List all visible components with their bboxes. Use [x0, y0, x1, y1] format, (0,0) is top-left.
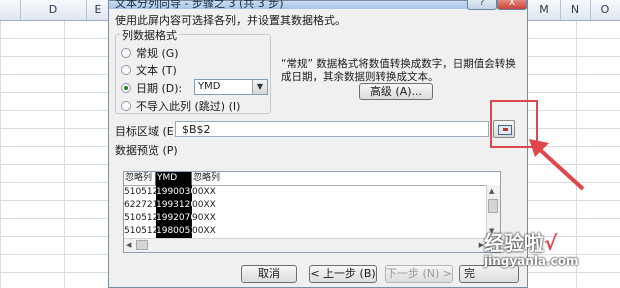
preview-cell: 90XX: [192, 213, 216, 223]
date-format-value: YMD: [198, 81, 221, 92]
preview-horizontal-scrollbar[interactable]: ◀ ▶: [124, 238, 500, 252]
cancel-button[interactable]: 取消: [241, 265, 297, 283]
radio-general[interactable]: 常规 (G): [121, 45, 179, 61]
watermark-check: √: [544, 231, 558, 255]
format-note: “常规” 数据格式将数值转换成数字，日期值会转换成日期，其余数据则转换成文本。: [281, 58, 516, 83]
preview-cell: 510512: [124, 187, 156, 197]
column-header-n[interactable]: N: [560, 0, 591, 20]
radio-skip-label: 不导入此列 (跳过) (I): [136, 100, 241, 113]
preview-header[interactable]: 忽略列: [192, 172, 500, 185]
radio-date[interactable]: 日期 (D):: [121, 80, 182, 96]
date-format-select[interactable]: YMD ▼: [194, 79, 268, 95]
preview-cell: 00XX: [192, 226, 216, 236]
preview-cell: 1993120: [156, 200, 192, 210]
annotation-arrow-icon: [529, 139, 585, 191]
dialog-description: 使用此屏内容可选择各列，并设置其数据格式。: [115, 14, 346, 27]
next-button[interactable]: 下一步 (N) >: [385, 265, 453, 283]
column-format-group-label: 列数据格式: [120, 27, 179, 43]
radio-general-icon[interactable]: [121, 48, 131, 58]
column-header-o[interactable]: O: [590, 0, 620, 20]
help-button[interactable]: ?: [467, 0, 497, 10]
preview-vertical-scrollbar[interactable]: ▲ ▼: [486, 185, 500, 237]
destination-value: $B$2: [182, 123, 211, 136]
preview-cell: 00XX: [192, 200, 216, 210]
radio-general-label: 常规 (G): [136, 47, 179, 60]
radio-skip[interactable]: 不导入此列 (跳过) (I): [121, 98, 240, 114]
preview-cell: 510512: [124, 213, 156, 223]
horizontal-scroll-thumb[interactable]: [136, 240, 148, 250]
watermark-url: jingyanla.com: [484, 254, 579, 268]
column-header-m[interactable]: M: [528, 0, 561, 20]
data-preview[interactable]: 忽略列 YMD 忽略列 510512 1990030 00XX 622721 1…: [123, 171, 501, 253]
destination-label: 目标区域 (E):: [115, 125, 182, 138]
back-button[interactable]: < 上一步 (B): [309, 265, 377, 283]
vertical-scroll-thumb[interactable]: [488, 199, 498, 213]
corner-cell[interactable]: [0, 0, 21, 20]
advanced-button[interactable]: 高级 (A)...: [359, 83, 433, 100]
preview-header[interactable]: 忽略列: [124, 172, 156, 185]
scroll-left-icon[interactable]: ◀: [126, 241, 131, 249]
preview-label: 数据预览 (P): [115, 144, 178, 157]
preview-cell: 00XX: [192, 187, 216, 197]
preview-cell: 1990030: [156, 187, 192, 197]
destination-input[interactable]: $B$2: [175, 121, 489, 137]
text-to-columns-dialog: 文本分列向导 - 步骤之 3 (共 3 步) ? X 使用此屏内容可选择各列，并…: [108, 0, 528, 288]
radio-text[interactable]: 文本 (T): [121, 62, 177, 78]
watermark: 经验啦√ jingyanla.com: [484, 232, 578, 268]
radio-text-label: 文本 (T): [136, 64, 177, 77]
close-button[interactable]: X: [497, 0, 527, 10]
column-header-d[interactable]: D: [20, 0, 87, 20]
dropdown-arrow-icon[interactable]: ▼: [252, 80, 267, 94]
dialog-titlebar[interactable]: 文本分列向导 - 步骤之 3 (共 3 步) ? X: [109, 0, 527, 10]
radio-text-icon[interactable]: [121, 65, 131, 75]
watermark-title: 经验啦: [484, 231, 544, 255]
preview-cell: 1992070: [156, 213, 192, 223]
scroll-up-icon[interactable]: ▲: [489, 187, 494, 195]
column-format-group: 列数据格式 常规 (G) 文本 (T) 日期 (D): 不导入此列 (跳过) (…: [115, 27, 271, 114]
preview-cell: 622721: [124, 200, 156, 210]
preview-cell: 510512: [124, 226, 156, 236]
preview-cell: 1980051: [156, 226, 192, 236]
preview-header[interactable]: YMD: [156, 172, 192, 185]
dialog-title: 文本分列向导 - 步骤之 3 (共 3 步): [115, 0, 284, 10]
radio-skip-icon[interactable]: [121, 101, 131, 111]
radio-date-icon[interactable]: [121, 83, 131, 93]
radio-date-label: 日期 (D):: [136, 82, 183, 95]
